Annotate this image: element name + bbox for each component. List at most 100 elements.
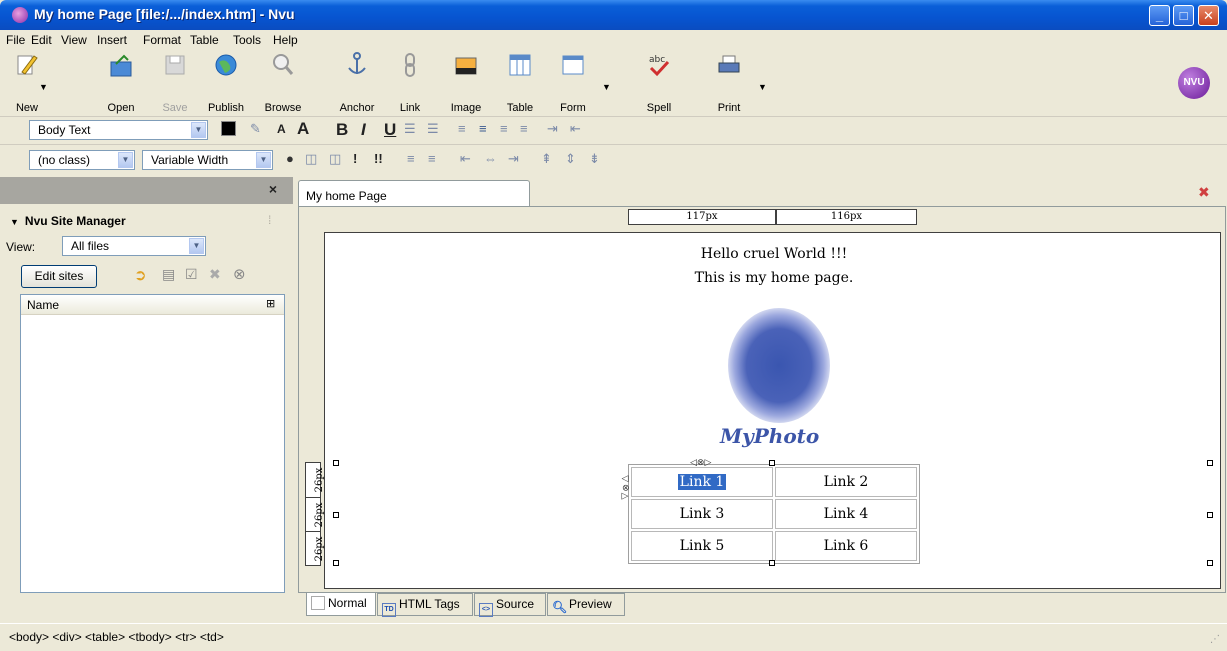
image-button[interactable]: Image xyxy=(443,52,489,114)
table-cell[interactable]: Link 2 xyxy=(775,467,917,497)
resize-handle[interactable] xyxy=(333,512,339,518)
justify-icon[interactable]: ≡ xyxy=(520,121,528,136)
photo-image[interactable] xyxy=(728,308,830,423)
links-table[interactable]: Link 1 Link 2 Link 3 Link 4 Link 5 Link … xyxy=(628,464,920,564)
menu-help[interactable]: Help xyxy=(273,33,298,47)
edit-sites-button[interactable]: Edit sites xyxy=(21,265,97,288)
tab-html-tags[interactable]: TD HTML Tags xyxy=(377,593,473,617)
link-3[interactable]: Link 3 xyxy=(680,506,725,522)
menu-file[interactable]: File xyxy=(6,33,25,47)
valign-top-icon[interactable]: ⇞ xyxy=(541,151,552,167)
link-2[interactable]: Link 2 xyxy=(824,474,869,490)
highlight-pencil-icon[interactable]: ✎ xyxy=(250,121,261,137)
menu-insert[interactable]: Insert xyxy=(97,33,127,47)
link-5[interactable]: Link 5 xyxy=(680,538,725,554)
margin-right-icon[interactable]: ⇥ xyxy=(508,151,519,167)
element-path[interactable]: <body> <div> <table> <tbody> <tr> <td> xyxy=(9,630,224,644)
indent-icon[interactable]: ⇥ xyxy=(547,121,558,137)
minimize-button[interactable]: _ xyxy=(1149,5,1170,26)
column-ruler-1[interactable]: 117px xyxy=(628,209,776,225)
margin-both-icon[interactable]: ⇔ xyxy=(484,151,497,166)
grip-icon[interactable]: ⁞ xyxy=(268,213,271,227)
column-ruler-2[interactable]: 116px xyxy=(776,209,917,225)
nvu-app-icon[interactable] xyxy=(12,7,28,23)
tree-column-header[interactable]: Name ⊞ xyxy=(21,295,284,315)
style-icon[interactable]: ● xyxy=(286,151,294,166)
form-button[interactable]: ▼ Form xyxy=(550,52,611,114)
class-select[interactable]: (no class) ▼ xyxy=(29,150,135,170)
table-cell[interactable]: Link 4 xyxy=(775,499,917,529)
numbered-list-icon[interactable]: ☰ xyxy=(404,121,416,137)
delete-icon[interactable]: ✖ xyxy=(209,266,221,283)
outdent-icon[interactable]: ⇤ xyxy=(570,121,581,137)
italic-button[interactable]: I xyxy=(361,120,366,140)
close-button[interactable]: ✕ xyxy=(1198,5,1219,26)
copy-style-icon[interactable]: ◫ xyxy=(305,151,317,167)
margin-left-icon[interactable]: ⇤ xyxy=(460,151,471,167)
link-6[interactable]: Link 6 xyxy=(824,538,869,554)
column-picker-icon[interactable]: ⊞ xyxy=(266,297,275,310)
link-button[interactable]: Link xyxy=(387,52,433,114)
valign-middle-icon[interactable]: ⇕ xyxy=(565,151,576,167)
maximize-button[interactable]: □ xyxy=(1173,5,1194,26)
site-file-tree[interactable]: Name ⊞ xyxy=(20,294,285,593)
table-cell[interactable]: Link 3 xyxy=(631,499,773,529)
bold-button[interactable]: B xyxy=(336,120,348,140)
print-dropdown-icon[interactable]: ▼ xyxy=(758,82,767,92)
outdent-style-icon[interactable]: ≡ xyxy=(428,151,436,166)
resize-handle[interactable] xyxy=(1207,560,1213,566)
close-tab-icon[interactable]: ✖ xyxy=(1198,184,1210,201)
tab-source[interactable]: <> Source xyxy=(474,593,546,617)
spell-button[interactable]: abc Spell xyxy=(636,52,682,114)
resize-handle[interactable] xyxy=(769,460,775,466)
align-right-icon[interactable]: ≡ xyxy=(500,121,508,136)
menu-table[interactable]: Table xyxy=(190,33,219,47)
row-ruler-2[interactable]: 26px xyxy=(305,497,325,532)
row-ruler-3[interactable]: 26px xyxy=(305,531,325,566)
tab-normal[interactable]: Normal xyxy=(306,593,376,616)
indent-style-icon[interactable]: ≡ xyxy=(407,151,415,166)
chevron-down-icon[interactable]: ▼ xyxy=(39,82,48,92)
save-button[interactable]: Save xyxy=(152,52,198,114)
rename-icon[interactable]: ☑ xyxy=(185,266,198,283)
table-cell[interactable]: Link 1 xyxy=(631,467,773,497)
underline-button[interactable]: U xyxy=(384,120,396,140)
smaller-text-button[interactable]: A xyxy=(277,122,286,136)
tab-preview[interactable]: 🔍︎ Preview xyxy=(547,593,625,616)
photo-caption[interactable]: MyPhoto xyxy=(720,424,819,448)
browse-button[interactable]: Browse xyxy=(260,52,306,114)
link-1[interactable]: Link 1 xyxy=(677,474,727,490)
link-4[interactable]: Link 4 xyxy=(824,506,869,522)
resize-handle[interactable] xyxy=(1207,512,1213,518)
anchor-button[interactable]: Anchor xyxy=(334,52,380,114)
menu-tools[interactable]: Tools xyxy=(233,33,261,47)
resize-handle[interactable] xyxy=(333,560,339,566)
open-button[interactable]: Open xyxy=(98,52,144,114)
close-sidebar-button[interactable]: × xyxy=(269,181,277,197)
valign-bottom-icon[interactable]: ⇟ xyxy=(589,151,600,167)
tab-my-home-page[interactable]: My home Page xyxy=(298,180,530,207)
print-button[interactable]: ▼ Print xyxy=(706,52,767,114)
heading-text[interactable]: Hello cruel World !!! xyxy=(624,246,924,262)
larger-text-button[interactable]: A xyxy=(297,119,309,139)
publish-button[interactable]: Publish xyxy=(203,52,249,114)
paragraph-style-select[interactable]: Body Text ▼ xyxy=(29,120,208,140)
site-manager-title[interactable]: ▼ Nvu Site Manager xyxy=(10,214,126,228)
important-button[interactable]: ! xyxy=(353,151,357,166)
table-cell[interactable]: Link 5 xyxy=(631,531,773,561)
paste-style-icon[interactable]: ◫ xyxy=(329,151,341,167)
form-dropdown-icon[interactable]: ▼ xyxy=(602,82,611,92)
resize-grip-icon[interactable]: ⋰ xyxy=(1210,634,1220,645)
table-button[interactable]: Table xyxy=(497,52,543,114)
column-select-icon[interactable]: ◁⊗▷ xyxy=(690,457,711,468)
menu-format[interactable]: Format xyxy=(143,33,181,47)
font-select[interactable]: Variable Width ▼ xyxy=(142,150,273,170)
bulleted-list-icon[interactable]: ☰ xyxy=(427,121,439,137)
align-left-icon[interactable]: ≡ xyxy=(458,121,466,136)
very-important-button[interactable]: !! xyxy=(374,151,383,166)
menu-view[interactable]: View xyxy=(61,33,87,47)
menu-edit[interactable]: Edit xyxy=(31,33,52,47)
row-select-icon[interactable]: ◁⊗▷ xyxy=(621,474,631,502)
row-ruler-1[interactable]: 26px xyxy=(305,462,325,498)
new-folder-icon[interactable]: ▤ xyxy=(162,266,175,283)
